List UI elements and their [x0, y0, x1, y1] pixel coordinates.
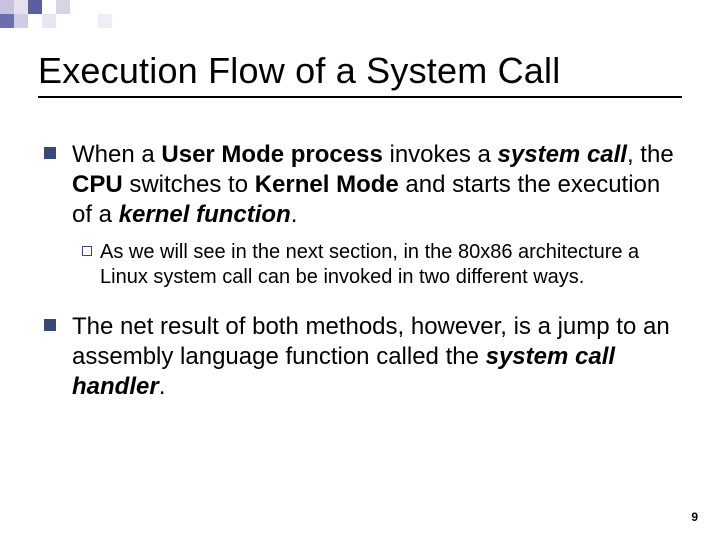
text-run: .: [159, 373, 166, 400]
text-run: Kernel Mode: [255, 171, 399, 198]
deco-square: [14, 14, 28, 28]
text-run: CPU: [72, 171, 123, 198]
text-run: switches to: [123, 171, 255, 198]
deco-square: [0, 14, 14, 28]
deco-square: [42, 14, 56, 28]
text-run: kernel function: [119, 201, 291, 228]
text-run: As we will see in the next section, in t…: [100, 241, 639, 288]
text-run: User Mode process: [161, 141, 382, 168]
slide-content: Execution Flow of a System Call When a U…: [0, 0, 720, 402]
text-run: When a: [72, 141, 161, 168]
deco-square: [14, 0, 28, 14]
deco-square: [98, 14, 112, 28]
text-run: , the: [627, 141, 674, 168]
deco-square: [0, 0, 14, 14]
slide-title: Execution Flow of a System Call: [38, 50, 682, 92]
title-rule: [38, 96, 682, 98]
slide-body: When a User Mode process invokes a syste…: [38, 140, 682, 402]
bullet-level-1: When a User Mode process invokes a syste…: [38, 140, 682, 230]
deco-square: [56, 0, 70, 14]
bullet-text: When a User Mode process invokes a syste…: [72, 140, 682, 230]
text-run: system call: [498, 141, 627, 168]
bullet-text: As we will see in the next section, in t…: [100, 240, 682, 290]
hollow-square-bullet-icon: [82, 246, 92, 256]
text-run: .: [291, 201, 298, 228]
bullet-level-1: The net result of both methods, however,…: [38, 312, 682, 402]
square-bullet-icon: [44, 147, 56, 159]
deco-square: [28, 0, 42, 14]
bullet-level-2: As we will see in the next section, in t…: [82, 240, 682, 290]
text-run: invokes a: [383, 141, 498, 168]
page-number: 9: [691, 510, 698, 524]
corner-decoration: [0, 0, 130, 28]
square-bullet-icon: [44, 319, 56, 331]
bullet-text: The net result of both methods, however,…: [72, 312, 682, 402]
